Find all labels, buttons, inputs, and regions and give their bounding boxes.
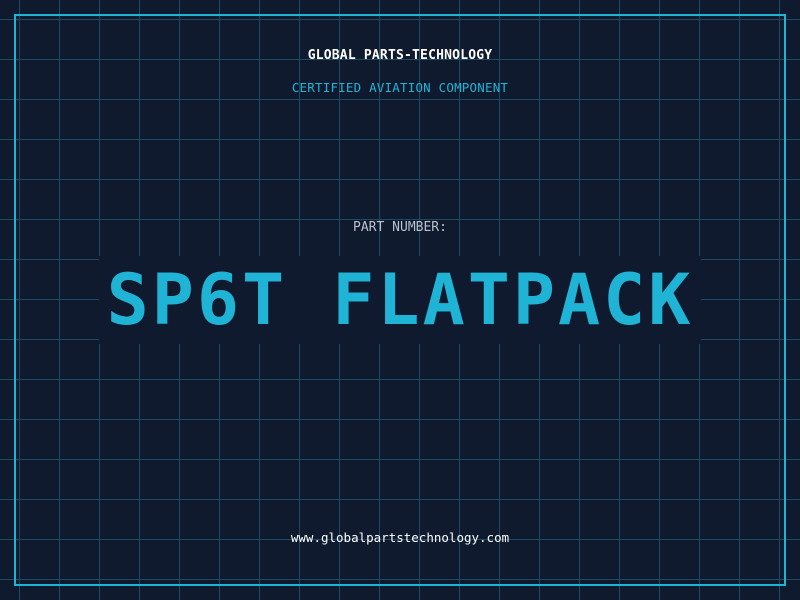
brand-tagline: CERTIFIED AVIATION COMPONENT <box>291 80 509 95</box>
website-url: www.globalpartstechnology.com <box>290 530 510 545</box>
part-number-container: SP6T FLATPACK <box>0 256 800 344</box>
part-number-value: SP6T FLATPACK <box>98 256 702 344</box>
part-number-label: PART NUMBER: <box>353 220 447 235</box>
brand-title: GLOBAL PARTS-TECHNOLOGY <box>307 48 493 63</box>
